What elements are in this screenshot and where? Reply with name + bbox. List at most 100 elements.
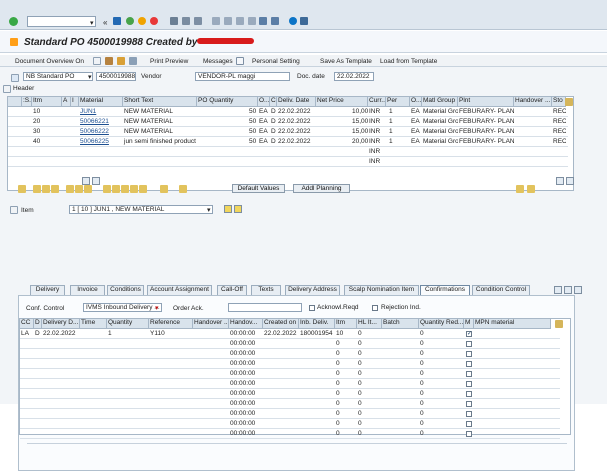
first-page-icon[interactable] [212, 17, 220, 25]
m-checkbox[interactable] [466, 361, 472, 367]
cancel-icon[interactable] [138, 17, 146, 25]
order-ack-field[interactable] [228, 303, 302, 312]
tabs-scroll-left[interactable] [554, 286, 562, 294]
back-icon[interactable]: « [103, 18, 107, 27]
check-icon[interactable] [9, 17, 18, 26]
table-row[interactable]: 30 50066222 NEW MATERIAL 50 EA D 22.02.2022 15,… [8, 127, 568, 137]
edit-icon[interactable] [105, 57, 113, 65]
copy-line-icon[interactable] [66, 185, 74, 193]
new-document-icon[interactable] [93, 57, 101, 65]
material-link[interactable]: 50066225 [79, 137, 123, 147]
table-row[interactable]: 00:00:00 0 0 0 [20, 429, 560, 439]
tab-call-off[interactable]: Call-Off [217, 285, 247, 295]
item-expand-icon[interactable] [10, 206, 18, 214]
add-icon[interactable] [33, 185, 41, 193]
table-row[interactable]: 00:00:00 0 0 0 [20, 349, 560, 359]
details-icon[interactable] [18, 185, 26, 193]
m-checkbox[interactable] [466, 401, 472, 407]
m-checkbox[interactable] [466, 391, 472, 397]
layout-list-icon[interactable] [160, 185, 168, 193]
table-row[interactable]: 40 50066225 jun semi finished product 50 EA D… [8, 137, 568, 147]
document-flow-icon[interactable] [84, 185, 92, 193]
table-row[interactable]: 00:00:00 0 0 0 [20, 359, 560, 369]
export-icon[interactable] [139, 185, 147, 193]
last-page-icon[interactable] [248, 17, 256, 25]
doc-date-field[interactable]: 22.02.2022 [334, 72, 374, 81]
sort-asc-icon[interactable] [103, 185, 111, 193]
m-checkbox[interactable] [466, 341, 472, 347]
settings-icon[interactable] [300, 17, 308, 25]
table-row[interactable]: 00:00:00 0 0 0 [20, 339, 560, 349]
item-up-button[interactable] [224, 205, 232, 213]
prev-page-icon[interactable] [224, 17, 232, 25]
new-session-icon[interactable] [271, 17, 279, 25]
sum-icon[interactable] [130, 185, 138, 193]
table-row[interactable]: 00:00:00 0 0 0 [20, 369, 560, 379]
filter-icon[interactable] [121, 185, 129, 193]
m-checkbox[interactable] [466, 381, 472, 387]
tab-account-assignment[interactable]: Account Assignment [147, 285, 212, 295]
item-select[interactable]: 1 [ 10 ] JUN1 , NEW MATERIAL [69, 205, 213, 214]
next-icon[interactable] [194, 17, 202, 25]
table-row[interactable]: INR [8, 157, 568, 167]
table-scroll-right-end[interactable] [556, 177, 564, 185]
table-settings-icon[interactable] [565, 98, 573, 106]
print-preview-button[interactable]: Print Preview [150, 58, 188, 65]
table-row[interactable]: 00:00:00 0 0 0 [20, 409, 560, 419]
table-row[interactable]: INR [8, 147, 568, 157]
help-icon[interactable] [289, 17, 297, 25]
table-settings-icon[interactable] [555, 320, 563, 328]
personal-setting-button[interactable]: Personal Setting [252, 58, 300, 65]
po-type-select[interactable]: NB Standard PO [23, 72, 93, 81]
tabs-scroll-right[interactable] [564, 286, 572, 294]
prev-item-icon[interactable] [516, 185, 524, 193]
table-row[interactable]: LA D 22.02.2022 1 Y110 00:00:00 22.02.2022 1800… [20, 329, 560, 339]
print-icon[interactable] [170, 17, 178, 25]
m-checkbox[interactable] [466, 330, 472, 337]
delete-icon[interactable] [51, 185, 59, 193]
tab-conditions[interactable]: Conditions [107, 285, 144, 295]
stop-icon[interactable] [150, 17, 158, 25]
addl-planning-button[interactable]: Addl Planning [293, 184, 350, 193]
save-template-button[interactable]: Save As Template [320, 58, 372, 65]
material-link[interactable]: JUN1 [79, 107, 123, 117]
table-row[interactable]: 00:00:00 0 0 0 [20, 399, 560, 409]
tab-delivery[interactable]: Delivery [30, 285, 65, 295]
paste-line-icon[interactable] [75, 185, 83, 193]
default-values-button[interactable]: Default Values [232, 184, 285, 193]
exit-icon[interactable] [126, 17, 134, 25]
layout-icon[interactable] [259, 17, 267, 25]
acknowl-reqd-checkbox[interactable] [309, 305, 315, 311]
refresh-icon[interactable] [179, 185, 187, 193]
horizontal-scrollbar[interactable] [27, 443, 567, 444]
command-field[interactable] [27, 16, 96, 27]
item-down-button[interactable] [234, 205, 242, 213]
header-expand-icon[interactable] [3, 85, 11, 93]
load-template-button[interactable]: Load from Template [380, 58, 437, 65]
m-checkbox[interactable] [466, 421, 472, 427]
material-link[interactable]: 50066222 [79, 127, 123, 137]
next-item-icon[interactable] [527, 185, 535, 193]
find-icon[interactable] [182, 17, 190, 25]
tab-invoice[interactable]: Invoice [70, 285, 105, 295]
m-checkbox[interactable] [466, 351, 472, 357]
insert-icon[interactable] [42, 185, 50, 193]
info-icon[interactable] [236, 57, 244, 65]
table-row[interactable]: 00:00:00 0 0 0 [20, 379, 560, 389]
table-row[interactable]: 10 JUN1 NEW MATERIAL 50 EA D 22.02.2022 10,00 IN… [8, 107, 568, 117]
m-checkbox[interactable] [466, 371, 472, 377]
document-overview-button[interactable]: Document Overview On [15, 58, 84, 65]
table-row[interactable]: 00:00:00 0 0 0 [20, 389, 560, 399]
tab-scalp-nomination-item[interactable]: Scalp Nomination Item [344, 285, 419, 295]
table-row[interactable]: 00:00:00 0 0 0 [20, 419, 560, 429]
tab-texts[interactable]: Texts [251, 285, 281, 295]
m-checkbox[interactable] [466, 411, 472, 417]
table-scroll-far-right[interactable] [566, 177, 574, 185]
dropdown-icon[interactable]: ▾ [90, 19, 94, 27]
copy-icon[interactable] [117, 57, 125, 65]
rejection-ind-checkbox[interactable] [372, 305, 378, 311]
m-checkbox[interactable] [466, 431, 472, 437]
tabs-list-menu[interactable] [574, 286, 582, 294]
table-row[interactable]: 20 50066221 NEW MATERIAL 50 EA D 22.02.2022 15,… [8, 117, 568, 127]
tab-condition-control[interactable]: Condition Control [472, 285, 530, 295]
